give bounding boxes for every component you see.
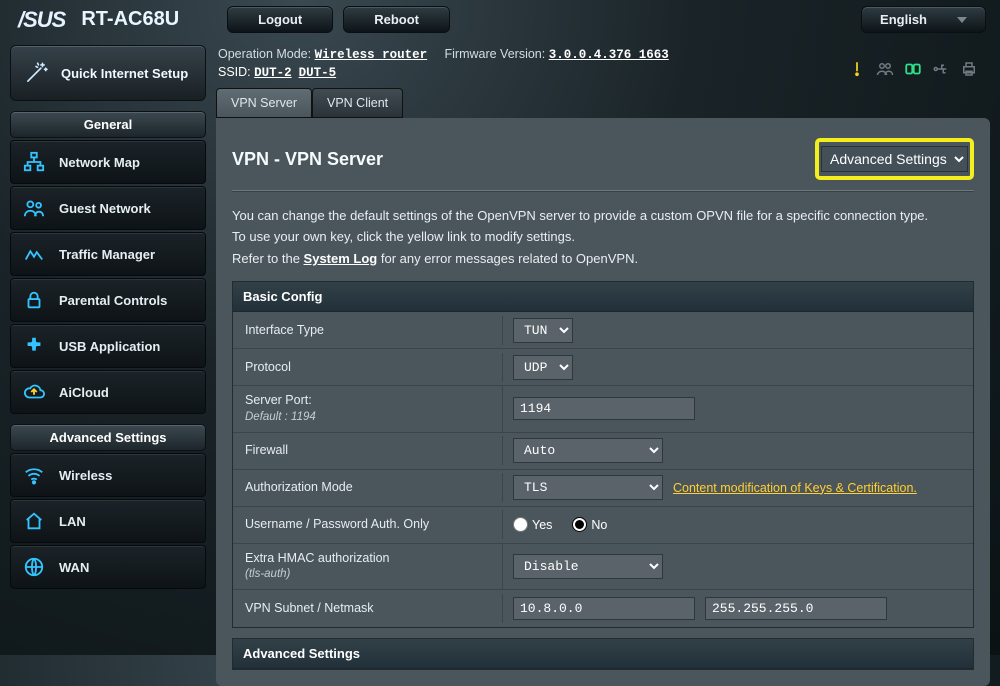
advanced-header: Advanced Settings (10, 424, 206, 451)
language-select[interactable]: English (861, 6, 986, 33)
puzzle-icon (21, 334, 47, 358)
nav-label: USB Application (59, 339, 160, 354)
nav-label: Traffic Manager (59, 247, 155, 262)
input-vpn-subnet[interactable] (513, 597, 695, 620)
label-subnet: VPN Subnet / Netmask (233, 594, 503, 624)
label-interface-type: Interface Type (233, 316, 503, 346)
status-icon-row (848, 60, 978, 78)
sidebar-item-wireless[interactable]: Wireless (10, 453, 206, 497)
link-icon[interactable] (904, 60, 922, 78)
label-userpass-only: Username / Password Auth. Only (233, 510, 503, 540)
advanced-section: Advanced Settings (232, 638, 974, 670)
description-text: You can change the default settings of t… (232, 205, 974, 269)
radio-no-label: No (591, 518, 607, 532)
ssid2-link[interactable]: DUT-5 (299, 66, 337, 80)
tab-vpn-server[interactable]: VPN Server (216, 88, 312, 118)
page-mode-highlight: Advanced Settings (815, 138, 974, 180)
sidebar-item-traffic-manager[interactable]: Traffic Manager (10, 232, 206, 276)
language-label: English (880, 12, 927, 27)
radio-yes-label: Yes (532, 518, 552, 532)
nav-label: LAN (59, 514, 86, 529)
sidebar-item-aicloud[interactable]: AiCloud (10, 370, 206, 414)
sidebar-item-parental-controls[interactable]: Parental Controls (10, 278, 206, 322)
operation-mode-link[interactable]: Wireless router (315, 48, 428, 62)
wand-icon (23, 60, 49, 86)
chevron-down-icon (957, 17, 967, 23)
page-title: VPN - VPN Server (232, 149, 383, 170)
label-hmac: Extra HMAC authorization(tls-auth) (233, 544, 503, 589)
general-header: General (10, 111, 206, 138)
cloud-icon (21, 380, 47, 404)
system-log-link[interactable]: System Log (304, 251, 378, 266)
traffic-icon (21, 242, 47, 266)
select-hmac[interactable]: Disable (513, 554, 663, 579)
network-map-icon (21, 150, 47, 174)
label-firewall: Firewall (233, 436, 503, 466)
nav-label: WAN (59, 560, 89, 575)
select-interface-type[interactable]: TUN (513, 318, 573, 343)
radio-userpass-yes[interactable] (513, 517, 528, 532)
alert-icon[interactable] (848, 60, 866, 78)
home-icon (21, 509, 47, 533)
brand-logo: /SUS (18, 7, 69, 33)
select-protocol[interactable]: UDP (513, 355, 573, 380)
nav-label: Guest Network (59, 201, 151, 216)
tab-vpn-client[interactable]: VPN Client (312, 88, 403, 118)
sidebar-item-wan[interactable]: WAN (10, 545, 206, 589)
guest-network-icon (21, 196, 47, 220)
input-vpn-netmask[interactable] (705, 597, 887, 620)
radio-userpass-no[interactable] (572, 517, 587, 532)
logout-button[interactable]: Logout (227, 6, 333, 33)
sidebar-item-guest-network[interactable]: Guest Network (10, 186, 206, 230)
nav-label: Network Map (59, 155, 140, 170)
nav-label: Parental Controls (59, 293, 167, 308)
reboot-button[interactable]: Reboot (343, 6, 450, 33)
quick-internet-setup[interactable]: Quick Internet Setup (10, 45, 206, 101)
sidebar-item-lan[interactable]: LAN (10, 499, 206, 543)
usb-icon[interactable] (932, 60, 950, 78)
sidebar-item-network-map[interactable]: Network Map (10, 140, 206, 184)
select-firewall[interactable]: Auto (513, 438, 663, 463)
label-server-port: Server Port:Default : 1194 (233, 386, 503, 431)
basic-config-table: Basic Config Interface Type TUN Protocol… (232, 281, 974, 628)
wifi-icon (21, 463, 47, 487)
page-mode-select[interactable]: Advanced Settings (821, 146, 968, 172)
users-icon[interactable] (876, 60, 894, 78)
label-protocol: Protocol (233, 353, 503, 383)
input-server-port[interactable] (513, 397, 695, 420)
label-auth-mode: Authorization Mode (233, 473, 503, 503)
sidebar-item-usb-application[interactable]: USB Application (10, 324, 206, 368)
basic-config-header: Basic Config (233, 282, 973, 312)
nav-label: AiCloud (59, 385, 109, 400)
advanced-section-header: Advanced Settings (233, 639, 973, 669)
model-label: RT-AC68U (81, 8, 179, 31)
firmware-link[interactable]: 3.0.0.4.376_1663 (549, 48, 669, 62)
ssid1-link[interactable]: DUT-2 (254, 66, 292, 80)
quick-setup-label: Quick Internet Setup (61, 66, 188, 81)
divider (232, 190, 974, 191)
printer-icon[interactable] (960, 60, 978, 78)
keys-certification-link[interactable]: Content modification of Keys & Certifica… (673, 481, 917, 495)
nav-label: Wireless (59, 468, 112, 483)
lock-icon (21, 288, 47, 312)
globe-icon (21, 555, 47, 579)
select-auth-mode[interactable]: TLS (513, 475, 663, 500)
